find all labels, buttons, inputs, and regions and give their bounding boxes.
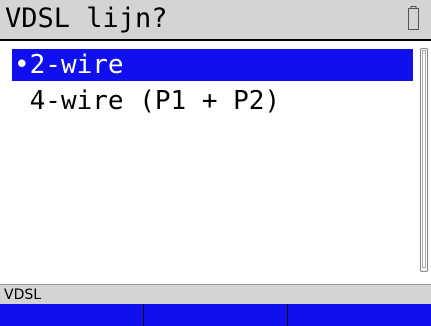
option-2-wire[interactable]: •2-wire: [12, 49, 413, 81]
softkey-bar: [0, 304, 431, 326]
page-title: VDSL lijn?: [5, 3, 168, 34]
status-text: VDSL: [4, 287, 42, 303]
softkey-1[interactable]: [0, 304, 144, 326]
softkey-2[interactable]: [144, 304, 288, 326]
title-bar: VDSL lijn?: [0, 0, 431, 41]
option-4-wire[interactable]: 4-wire (P1 + P2): [12, 85, 413, 117]
scroll-thumb[interactable]: [422, 50, 426, 268]
battery-icon: [408, 6, 419, 30]
status-bar: VDSL: [0, 284, 431, 304]
device-screen: VDSL lijn? •2-wire 4-wire (P1 + P2) VDSL: [0, 0, 431, 326]
softkey-3[interactable]: [288, 304, 431, 326]
option-list: •2-wire 4-wire (P1 + P2): [0, 41, 431, 281]
scrollbar[interactable]: [420, 48, 428, 272]
